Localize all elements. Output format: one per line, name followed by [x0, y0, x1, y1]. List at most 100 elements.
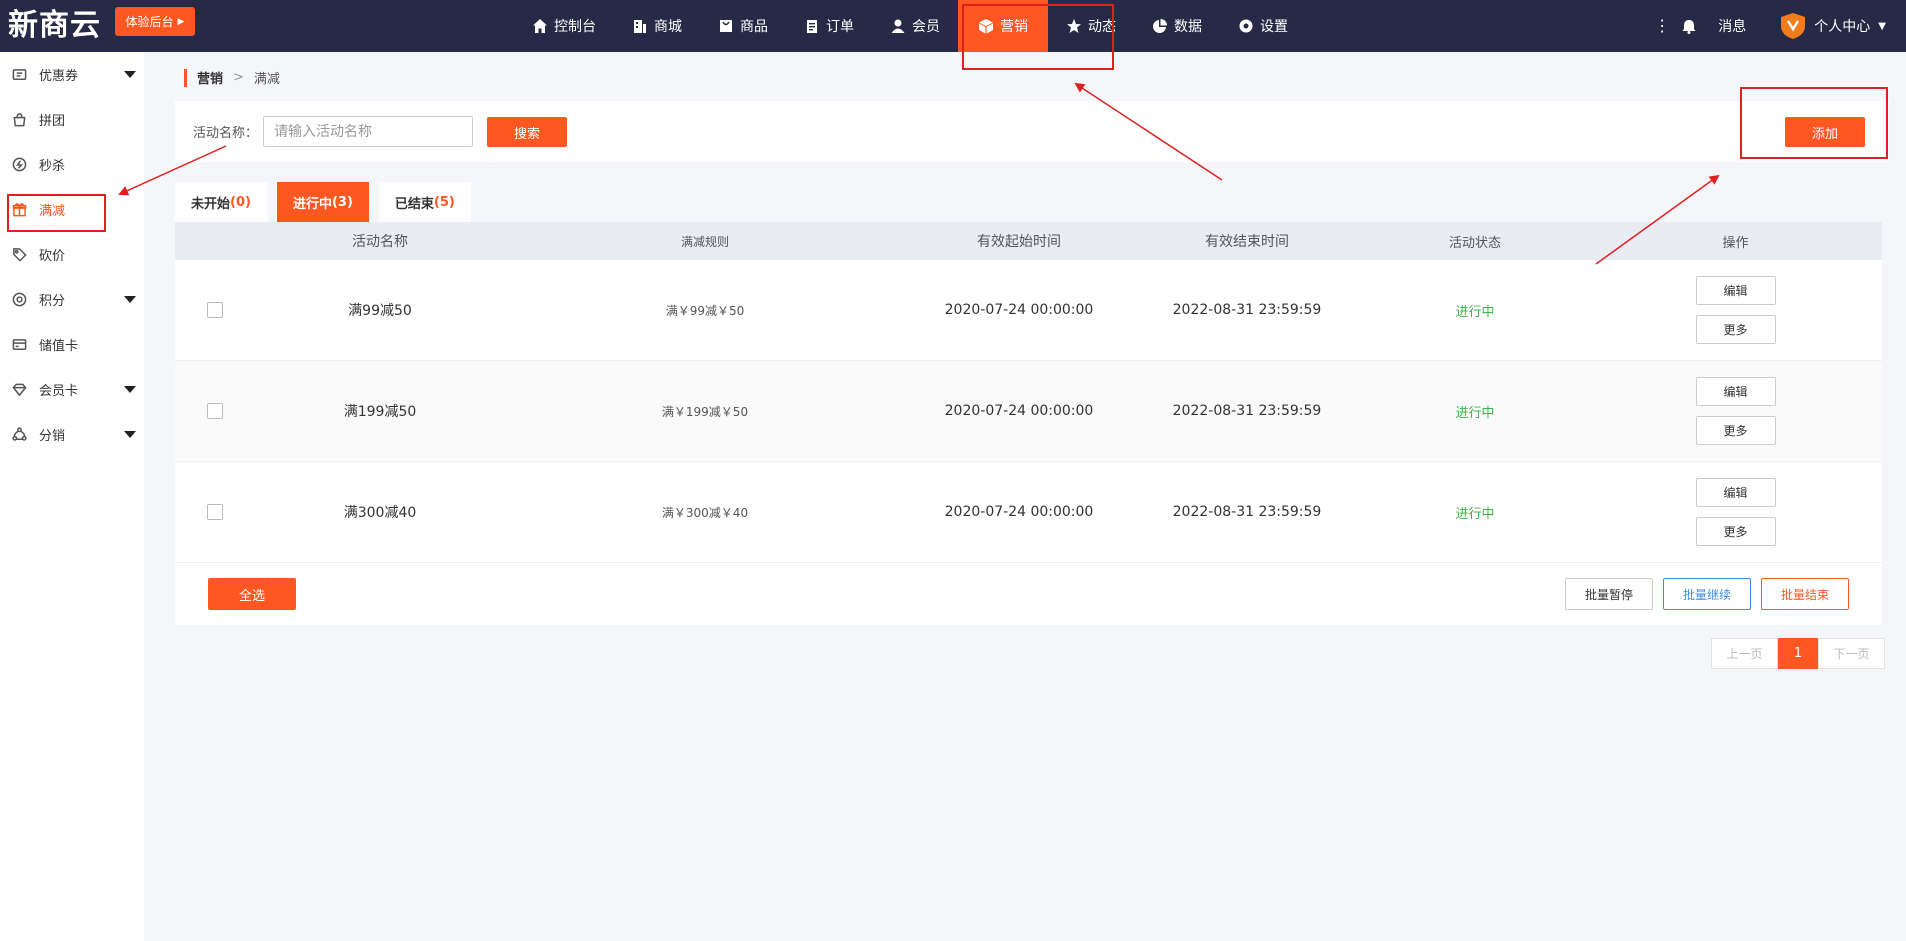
- breadcrumb-parent[interactable]: 营销: [197, 68, 223, 87]
- top-bar: 新商云 体验后台 ▶ 控制台 商城 商品 订单 会员 营销 动态 数据 设置 ⋮…: [0, 0, 1906, 52]
- clipboard-icon: [807, 20, 817, 33]
- tab-count: (5): [433, 194, 455, 210]
- nav-item-data[interactable]: 数据: [1134, 0, 1220, 52]
- sidebar-item-group-buy[interactable]: 拼团: [0, 97, 144, 142]
- breadcrumb-separator: >: [233, 70, 244, 85]
- trial-backend-button[interactable]: 体验后台 ▶: [115, 7, 195, 36]
- tab-label: 进行中: [292, 196, 332, 212]
- row-checkbox[interactable]: [207, 302, 223, 318]
- activity-name-input[interactable]: [263, 116, 473, 147]
- row-check-cell: [175, 302, 255, 318]
- next-page-button[interactable]: 下一页: [1818, 638, 1885, 669]
- sidebar-item-distribution[interactable]: 分销: [0, 412, 144, 457]
- row-check-cell: [175, 403, 255, 419]
- sidebar-item-member-card[interactable]: 会员卡: [0, 367, 144, 412]
- row-checkbox[interactable]: [207, 403, 223, 419]
- select-all-button[interactable]: 全选: [208, 578, 296, 610]
- pie-icon: [1153, 19, 1167, 33]
- header-start-time: 有效起始时间: [977, 234, 1061, 250]
- header-status: 活动状态: [1448, 235, 1501, 251]
- more-menu-button[interactable]: ⋮: [1654, 18, 1670, 34]
- trial-backend-label: 体验后台: [125, 15, 174, 29]
- caret-down-icon: [124, 296, 136, 303]
- edit-button[interactable]: 编辑: [1695, 478, 1776, 507]
- sidebar-item-label: 优惠券: [39, 69, 79, 84]
- user-center-button[interactable]: 个人中心 ▼: [1780, 12, 1886, 40]
- cell-name: 满199减50: [343, 404, 417, 420]
- row-checkbox[interactable]: [207, 504, 223, 520]
- caret-down-icon: [124, 71, 136, 78]
- user-center-label: 个人中心: [1814, 19, 1871, 35]
- vertical-dots-icon: ⋮: [1654, 16, 1671, 35]
- coupon-icon: [12, 69, 27, 80]
- page-number-button[interactable]: 1: [1778, 638, 1818, 669]
- breadcrumb-accent-bar: [184, 68, 187, 87]
- bell-icon: [1682, 19, 1696, 34]
- more-button[interactable]: 更多: [1695, 416, 1776, 445]
- nav-item-products[interactable]: 商品: [700, 0, 786, 52]
- cell-status: 进行中: [1455, 506, 1495, 522]
- messages-button[interactable]: 消息: [1682, 16, 1746, 36]
- sidebar-item-label: 储值卡: [39, 339, 79, 354]
- more-button[interactable]: 更多: [1695, 517, 1776, 546]
- sidebar-item-points[interactable]: 积分: [0, 277, 144, 322]
- tab-ended[interactable]: 已结束 (5): [378, 182, 471, 222]
- batch-pause-button[interactable]: 批量暂停: [1565, 578, 1653, 610]
- nav-item-members[interactable]: 会员: [872, 0, 958, 52]
- points-icon: [12, 292, 27, 307]
- header-ops: 操作: [1722, 235, 1749, 251]
- batch-end-button[interactable]: 批量结束: [1761, 578, 1849, 610]
- annotation-box-sidebar-item: [7, 194, 106, 232]
- sidebar-item-label: 秒杀: [39, 159, 66, 174]
- cell-name: 满99减50: [348, 303, 412, 319]
- avatar-shield-icon: [1781, 13, 1806, 39]
- cell-ops: 编辑 更多: [1589, 478, 1882, 546]
- caret-down-icon: [124, 431, 136, 438]
- cell-rule: 满￥300减￥40: [661, 505, 749, 520]
- nav-item-mall[interactable]: 商城: [614, 0, 700, 52]
- cell-end-time: 2022-08-31 23:59:59: [1172, 504, 1322, 520]
- nav-item-dashboard[interactable]: 控制台: [514, 0, 614, 52]
- sidebar-item-stored-value-card[interactable]: 储值卡: [0, 322, 144, 367]
- sidebar-item-label: 会员卡: [39, 384, 79, 399]
- annotation-box-marketing-nav: [962, 4, 1114, 70]
- nav-item-settings[interactable]: 设置: [1220, 0, 1306, 52]
- prev-page-button[interactable]: 上一页: [1711, 638, 1778, 669]
- table-footer: 全选 批量暂停 批量继续 批量结束: [175, 563, 1882, 625]
- nav-item-orders[interactable]: 订单: [786, 0, 872, 52]
- building-icon: [634, 20, 646, 33]
- edit-button[interactable]: 编辑: [1695, 276, 1776, 305]
- annotation-box-add-button: [1740, 87, 1888, 159]
- sidebar-item-bargain[interactable]: 砍价: [0, 232, 144, 277]
- sidebar-item-label: 砍价: [39, 249, 66, 264]
- sidebar-item-flash-sale[interactable]: 秒杀: [0, 142, 144, 187]
- nav-label: 商城: [654, 19, 682, 35]
- more-button[interactable]: 更多: [1695, 315, 1776, 344]
- search-button[interactable]: 搜索: [487, 117, 567, 147]
- batch-continue-button[interactable]: 批量继续: [1663, 578, 1751, 610]
- cell-start-time: 2020-07-24 00:00:00: [944, 403, 1094, 419]
- tab-in-progress[interactable]: 进行中 (3): [276, 182, 369, 222]
- status-tabs: 未开始 (0) 进行中 (3) 已结束 (5): [175, 182, 471, 222]
- cell-end-time: 2022-08-31 23:59:59: [1172, 403, 1322, 419]
- sidebar-item-label: 拼团: [39, 114, 66, 129]
- batch-actions: 批量暂停 批量继续 批量结束: [1565, 578, 1849, 610]
- share-icon: [12, 427, 27, 441]
- messages-label: 消息: [1718, 19, 1747, 35]
- tab-label: 已结束: [394, 196, 434, 212]
- gear-icon: [1239, 19, 1253, 33]
- sidebar-item-coupon[interactable]: 优惠券: [0, 52, 144, 97]
- chevron-down-icon: ▼: [1878, 20, 1886, 32]
- cell-ops: 编辑 更多: [1589, 377, 1882, 445]
- tab-label: 未开始: [191, 196, 231, 212]
- table-header: 活动名称 满减规则 有效起始时间 有效结束时间 活动状态 操作: [175, 222, 1882, 260]
- edit-button[interactable]: 编辑: [1695, 377, 1776, 406]
- cell-start-time: 2020-07-24 00:00:00: [944, 504, 1094, 520]
- nav-label: 控制台: [554, 19, 596, 35]
- sidebar-item-label: 分销: [39, 429, 66, 444]
- brand-logo: 新商云: [8, 8, 101, 43]
- tab-not-started[interactable]: 未开始 (0): [175, 182, 267, 222]
- cell-end-time: 2022-08-31 23:59:59: [1172, 302, 1322, 318]
- cell-rule: 满￥199减￥50: [661, 404, 749, 419]
- activity-table: 活动名称 满减规则 有效起始时间 有效结束时间 活动状态 操作 满99减50 满…: [175, 222, 1882, 625]
